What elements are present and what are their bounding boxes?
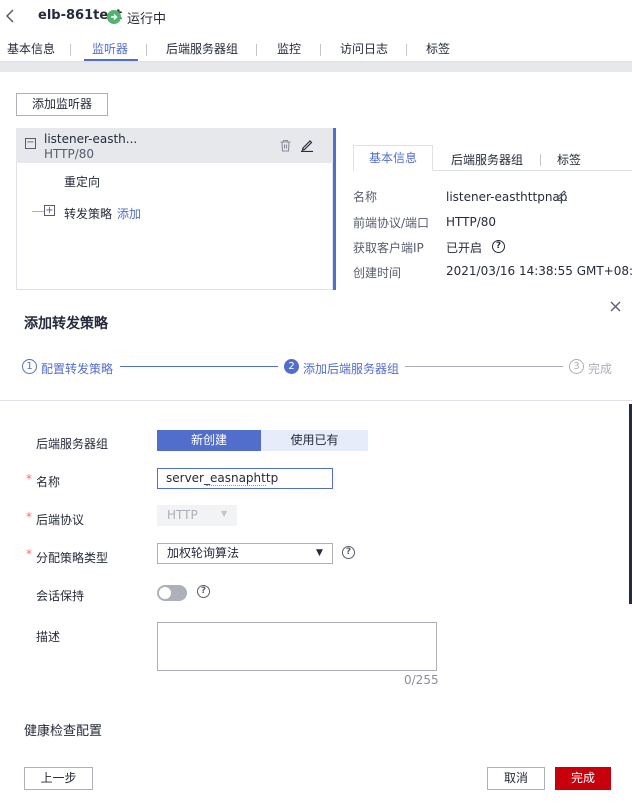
redirect-item[interactable]: 重定向 xyxy=(64,173,100,190)
detail-port-value: HTTP/80 xyxy=(446,215,497,229)
tab-separator xyxy=(70,44,71,56)
toggle-knob xyxy=(159,587,171,599)
cancel-button[interactable]: 取消 xyxy=(487,767,545,790)
step-3-icon: 3 xyxy=(569,359,584,374)
tab-tags[interactable]: 标签 xyxy=(426,40,450,57)
help-icon[interactable]: ? xyxy=(342,546,355,559)
add-forward-policy-link[interactable]: 添加 xyxy=(117,205,141,222)
health-check-section-title: 健康检查配置 xyxy=(24,724,103,739)
tab-listeners[interactable]: 监听器 xyxy=(92,40,128,57)
step-connector xyxy=(405,366,563,367)
finish-button[interactable]: 完成 xyxy=(555,767,611,790)
detail-tabs: 基本信息 后端服务器组 标签 xyxy=(353,145,632,171)
tab-access-logs[interactable]: 访问日志 xyxy=(340,40,388,57)
elb-detail-page: elb-861test 运行中 基本信息 监听器 后端服务器组 监控 访问日志 … xyxy=(0,0,632,290)
description-label: 描述 xyxy=(36,630,61,644)
detail-name-label: 名称 xyxy=(353,190,378,204)
dialog-divider xyxy=(0,400,632,401)
close-icon[interactable] xyxy=(609,300,622,313)
tab-separator xyxy=(146,44,147,56)
detail-tab-basic-info[interactable]: 基本信息 xyxy=(353,145,433,171)
session-persistence-toggle[interactable] xyxy=(157,585,187,601)
use-existing-option[interactable]: 使用已有 xyxy=(261,430,368,451)
detail-name-value: listener-easthttpnap xyxy=(446,190,568,204)
previous-step-button[interactable]: 上一步 xyxy=(24,767,93,790)
collapse-icon[interactable]: − xyxy=(25,138,36,149)
backend-protocol-label: 后端协议 xyxy=(36,513,85,527)
detail-client-ip-value: 已开启 xyxy=(446,241,483,255)
spellcheck-underline xyxy=(206,484,266,486)
main-tabs: 基本信息 监听器 后端服务器组 监控 访问日志 标签 xyxy=(0,36,632,62)
active-tab-indicator xyxy=(84,59,138,61)
required-mark: * xyxy=(26,547,32,561)
instance-status: 运行中 xyxy=(127,12,167,27)
create-new-option[interactable]: 新创建 xyxy=(157,430,261,451)
name-label: 名称 xyxy=(36,475,61,489)
detail-tab-backend-groups[interactable]: 后端服务器组 xyxy=(451,151,523,168)
tab-backend-groups[interactable]: 后端服务器组 xyxy=(166,40,238,57)
detail-client-ip-label: 获取客户端IP xyxy=(353,241,424,255)
required-mark: * xyxy=(26,510,32,524)
tree-connector xyxy=(32,211,44,212)
description-textarea[interactable] xyxy=(157,622,437,671)
detail-panel-divider xyxy=(333,128,336,290)
step-3-label: 完成 xyxy=(588,362,613,376)
session-persistence-label: 会话保持 xyxy=(36,589,85,603)
tab-content-divider xyxy=(0,62,632,72)
forward-policy-item[interactable]: 转发策略 xyxy=(64,205,112,222)
help-icon[interactable]: ? xyxy=(492,240,505,253)
detail-created-value: 2021/03/16 14:38:55 GMT+08:00 xyxy=(446,264,632,278)
chevron-left-icon[interactable] xyxy=(5,8,19,26)
tab-separator xyxy=(256,44,257,56)
dialog-title: 添加转发策略 xyxy=(24,316,108,332)
step-2-label: 添加后端服务器组 xyxy=(303,362,400,376)
tab-separator xyxy=(320,44,321,56)
step-connector xyxy=(120,366,278,367)
backend-group-label: 后端服务器组 xyxy=(36,437,109,451)
trash-icon[interactable] xyxy=(279,139,292,152)
detail-tab-tags[interactable]: 标签 xyxy=(557,151,581,168)
step-1-label: 配置转发策略 xyxy=(41,362,114,376)
detail-port-label: 前端协议/端口 xyxy=(353,216,430,230)
tab-basic-info[interactable]: 基本信息 xyxy=(7,40,55,57)
help-icon[interactable]: ? xyxy=(197,585,210,598)
algorithm-label: 分配策略类型 xyxy=(36,551,109,565)
expand-icon[interactable]: + xyxy=(44,205,55,216)
listener-protocol-port: HTTP/80 xyxy=(44,147,95,161)
required-mark: * xyxy=(26,472,32,486)
edit-name-icon[interactable] xyxy=(555,188,568,202)
step-2-icon: 2 xyxy=(284,359,299,374)
algorithm-select[interactable]: 加权轮询算法 xyxy=(157,543,333,564)
tab-separator xyxy=(406,44,407,56)
edit-icon[interactable] xyxy=(300,138,314,153)
add-listener-button[interactable]: 添加监听器 xyxy=(16,93,108,116)
detail-created-label: 创建时间 xyxy=(353,266,402,280)
tab-separator xyxy=(540,154,541,166)
description-char-count: 0/255 xyxy=(404,673,439,687)
caret-down-icon: ▼ xyxy=(221,509,228,518)
step-1-icon: 1 xyxy=(22,359,37,374)
caret-down-icon[interactable]: ▼ xyxy=(316,548,323,558)
listener-name: listener-easth... xyxy=(44,132,138,146)
running-status-icon xyxy=(107,10,121,24)
tab-monitoring[interactable]: 监控 xyxy=(277,40,301,57)
